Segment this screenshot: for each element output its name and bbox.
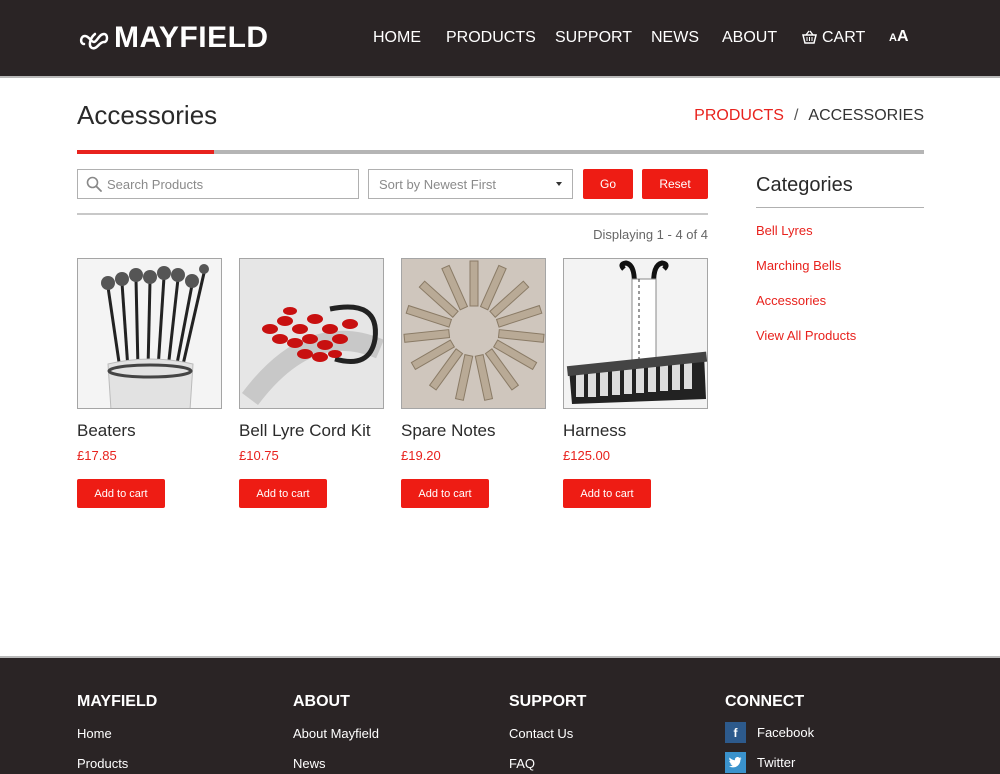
footer-link-twitter[interactable]: Twitter bbox=[725, 752, 814, 773]
footer-column-connect: CONNECT f Facebook Twitter bbox=[725, 692, 814, 773]
category-link-view-all[interactable]: View All Products bbox=[756, 328, 856, 344]
nav-about[interactable]: ABOUT bbox=[722, 28, 777, 48]
breadcrumb: PRODUCTS / ACCESSORIES bbox=[694, 105, 924, 127]
category-link-marching-bells[interactable]: Marching Bells bbox=[756, 258, 841, 274]
product-card: Bell Lyre Cord Kit £10.75 Add to cart bbox=[239, 258, 384, 508]
product-image-beaters[interactable] bbox=[77, 258, 222, 409]
product-image-harness[interactable] bbox=[563, 258, 708, 409]
footer-link-products[interactable]: Products bbox=[77, 756, 157, 772]
footer-link-twitter-label: Twitter bbox=[757, 754, 796, 770]
twitter-icon bbox=[725, 752, 746, 773]
categories-heading: Categories bbox=[756, 174, 853, 196]
footer-link-about-mayfield[interactable]: About Mayfield bbox=[293, 726, 379, 742]
footer-link-contact-us[interactable]: Contact Us bbox=[509, 726, 586, 742]
search-icon bbox=[86, 176, 102, 192]
basket-icon bbox=[802, 30, 817, 44]
footer-heading: SUPPORT bbox=[509, 693, 587, 710]
footer-column-support: SUPPORT Contact Us FAQ bbox=[509, 692, 586, 772]
footer-column-about: ABOUT About Mayfield News bbox=[293, 692, 379, 772]
product-price: £125.00 bbox=[563, 448, 610, 463]
font-size-large[interactable]: A bbox=[897, 28, 909, 45]
category-link-accessories[interactable]: Accessories bbox=[756, 293, 826, 309]
product-name[interactable]: Beaters bbox=[77, 421, 222, 441]
mayfield-logo-icon bbox=[79, 32, 109, 50]
nav-cart-label: CART bbox=[822, 29, 866, 46]
product-image-spare-notes[interactable] bbox=[401, 258, 546, 409]
product-price: £10.75 bbox=[239, 448, 279, 463]
chevron-down-icon bbox=[556, 182, 562, 186]
go-button[interactable]: Go bbox=[583, 169, 633, 199]
footer-link-faq[interactable]: FAQ bbox=[509, 756, 586, 772]
add-to-cart-button[interactable]: Add to cart bbox=[77, 479, 165, 508]
results-count: Displaying 1 - 4 of 4 bbox=[593, 227, 708, 242]
site-header: MAYFIELD HOME PRODUCTS SUPPORT NEWS ABOU… bbox=[0, 0, 1000, 78]
product-price: £19.20 bbox=[401, 448, 441, 463]
footer-heading: MAYFIELD bbox=[77, 693, 158, 710]
sort-select-value: Sort by Newest First bbox=[379, 176, 497, 192]
product-card: Harness £125.00 Add to cart bbox=[563, 258, 708, 508]
sort-select[interactable]: Sort by Newest First bbox=[368, 169, 573, 199]
site-logo[interactable]: MAYFIELD bbox=[78, 22, 269, 54]
nav-support[interactable]: SUPPORT bbox=[555, 28, 632, 48]
font-size-toggle[interactable]: AA bbox=[889, 28, 909, 46]
category-link-bell-lyres[interactable]: Bell Lyres bbox=[756, 223, 813, 239]
reset-button[interactable]: Reset bbox=[642, 169, 708, 199]
nav-products[interactable]: PRODUCTS bbox=[446, 28, 536, 48]
breadcrumb-products[interactable]: PRODUCTS bbox=[694, 107, 784, 124]
add-to-cart-button[interactable]: Add to cart bbox=[563, 479, 651, 508]
search-input[interactable] bbox=[107, 176, 347, 192]
title-divider-accent bbox=[77, 150, 214, 154]
facebook-icon: f bbox=[725, 722, 746, 743]
product-image-bell-lyre-cord-kit[interactable] bbox=[239, 258, 384, 409]
nav-news[interactable]: NEWS bbox=[651, 28, 699, 48]
product-name[interactable]: Bell Lyre Cord Kit bbox=[239, 421, 384, 441]
footer-heading: ABOUT bbox=[293, 693, 350, 710]
toolbar-divider bbox=[77, 213, 708, 215]
product-card: Spare Notes £19.20 Add to cart bbox=[401, 258, 546, 508]
add-to-cart-button[interactable]: Add to cart bbox=[239, 479, 327, 508]
product-name[interactable]: Spare Notes bbox=[401, 421, 546, 441]
footer-column-mayfield: MAYFIELD Home Products bbox=[77, 692, 157, 772]
nav-cart[interactable]: CART bbox=[802, 28, 865, 48]
product-price: £17.85 bbox=[77, 448, 117, 463]
footer-link-home[interactable]: Home bbox=[77, 726, 157, 742]
breadcrumb-separator: / bbox=[793, 107, 799, 124]
page-title: Accessories bbox=[77, 100, 218, 130]
footer-link-facebook-label: Facebook bbox=[757, 724, 815, 740]
footer-link-news[interactable]: News bbox=[293, 756, 379, 772]
product-name[interactable]: Harness bbox=[563, 421, 708, 441]
nav-home[interactable]: HOME bbox=[373, 28, 421, 48]
footer-link-facebook[interactable]: f Facebook bbox=[725, 722, 814, 743]
categories-divider bbox=[756, 207, 924, 208]
footer-heading: CONNECT bbox=[725, 693, 805, 710]
breadcrumb-current: ACCESSORIES bbox=[808, 107, 924, 124]
search-box[interactable] bbox=[77, 169, 359, 199]
add-to-cart-button[interactable]: Add to cart bbox=[401, 479, 489, 508]
product-card: Beaters £17.85 Add to cart bbox=[77, 258, 222, 508]
brand-name: MAYFIELD bbox=[114, 21, 269, 54]
font-size-small[interactable]: A bbox=[889, 32, 897, 44]
